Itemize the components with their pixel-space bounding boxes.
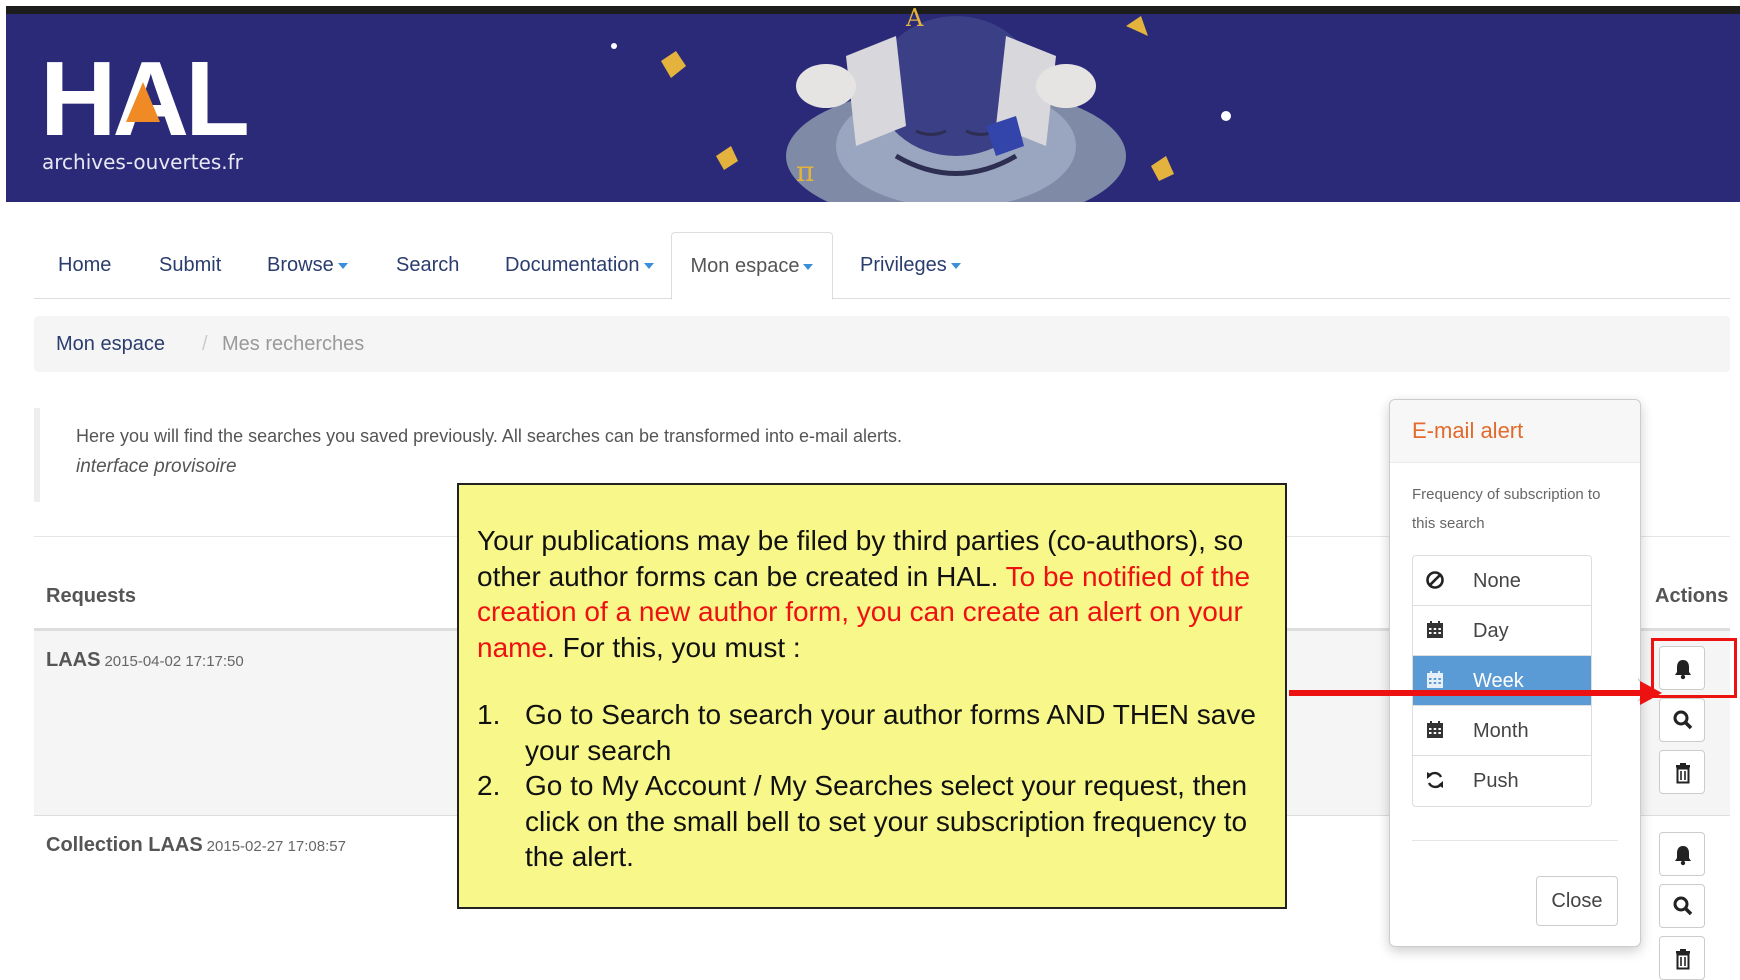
search-icon	[1673, 896, 1693, 916]
column-header-requests: Requests	[46, 585, 137, 607]
hal-logo[interactable]: HAL archives-ouvertes.fr	[40, 46, 270, 186]
calendar-icon	[1427, 671, 1443, 688]
request-date: 2015-04-02 17:17:50	[104, 653, 244, 670]
frequency-options: None Day Week Month Push	[1412, 555, 1592, 807]
calendar-icon	[1427, 621, 1443, 638]
breadcrumb-mon-espace[interactable]: Mon espace	[56, 316, 165, 372]
column-header-actions: Actions	[1655, 585, 1729, 607]
nav-search[interactable]: Search	[396, 232, 459, 298]
ban-icon	[1426, 571, 1444, 589]
frequency-option-push[interactable]: Push	[1413, 756, 1591, 806]
trash-icon	[1676, 763, 1690, 784]
popover-title: E-mail alert	[1412, 418, 1524, 443]
close-button[interactable]: Close	[1536, 876, 1618, 926]
caret-down-icon	[803, 263, 814, 270]
request-date: 2015-02-27 17:08:57	[206, 838, 346, 855]
nav-submit[interactable]: Submit	[159, 232, 221, 298]
nav-mon-espace-label: Mon espace	[690, 255, 800, 277]
main-nav: Home Submit Browse Search Documentation …	[34, 232, 1730, 300]
nav-browse-label: Browse	[267, 254, 334, 276]
caret-down-icon	[950, 262, 961, 269]
request-title[interactable]: LAAS 2015-04-02 17:17:50	[46, 649, 244, 672]
request-name: LAAS	[46, 649, 101, 671]
view-search-button[interactable]	[1659, 698, 1705, 742]
logo-subtitle: archives-ouvertes.fr	[42, 150, 243, 174]
breadcrumb: Mon espace / Mes recherches	[34, 316, 1730, 372]
request-title[interactable]: Collection LAAS 2015-02-27 17:08:57	[46, 834, 346, 857]
note-paragraph: Your publications may be filed by third …	[477, 523, 1267, 665]
popover-header: E-mail alert	[1390, 400, 1640, 463]
step-number: 1.	[477, 699, 501, 730]
logo-triangle-icon	[126, 82, 160, 122]
request-name: Collection LAAS	[46, 834, 203, 856]
nav-browse[interactable]: Browse	[267, 232, 348, 298]
frequency-label: None	[1473, 570, 1521, 592]
frequency-option-none[interactable]: None	[1413, 556, 1591, 606]
note-steps: 1. Go to Search to search your author for…	[477, 697, 1267, 875]
nav-privileges[interactable]: Privileges	[860, 232, 961, 298]
nav-privileges-label: Privileges	[860, 254, 947, 276]
refresh-icon	[1427, 771, 1443, 789]
frequency-label: Push	[1473, 770, 1519, 792]
delete-search-button[interactable]	[1659, 750, 1705, 794]
nav-home-label: Home	[58, 254, 112, 276]
info-subtext: interface provisoire	[76, 456, 237, 477]
breadcrumb-separator: /	[202, 333, 208, 355]
nav-documentation-label: Documentation	[505, 254, 640, 276]
nav-documentation[interactable]: Documentation	[505, 232, 654, 298]
caret-down-icon	[337, 262, 348, 269]
info-text: Here you will find the searches you save…	[76, 426, 903, 446]
annotation-arrow-head	[1640, 681, 1662, 705]
calendar-icon	[1427, 721, 1443, 738]
svg-text:A: A	[905, 6, 924, 32]
step-text: Go to Search to search your author forms…	[525, 699, 1256, 766]
frequency-label: Day	[1473, 620, 1509, 642]
step-text: Go to My Account / My Searches select yo…	[525, 770, 1248, 872]
page: HAL archives-ouvertes.fr	[0, 0, 1740, 980]
alert-bell-button[interactable]	[1659, 832, 1705, 876]
nav-submit-label: Submit	[159, 254, 222, 276]
bell-highlight-box	[1651, 638, 1737, 698]
frequency-option-day[interactable]: Day	[1413, 606, 1591, 656]
site-banner: HAL archives-ouvertes.fr	[6, 6, 1740, 202]
delete-search-button[interactable]	[1659, 936, 1705, 980]
annotation-note: Your publications may be filed by third …	[457, 483, 1287, 909]
frequency-option-month[interactable]: Month	[1413, 706, 1591, 756]
note-step: 2. Go to My Account / My Searches select …	[477, 768, 1267, 875]
caret-down-icon	[643, 262, 654, 269]
annotation-arrow-line	[1289, 690, 1645, 696]
bell-icon	[1675, 846, 1691, 866]
nav-search-label: Search	[396, 254, 460, 276]
step-number: 2.	[477, 770, 501, 801]
note-step: 1. Go to Search to search your author for…	[477, 697, 1267, 768]
search-icon	[1673, 710, 1693, 730]
nav-mon-espace[interactable]: Mon espace	[671, 232, 833, 300]
email-alert-popover: E-mail alert Frequency of subscription t…	[1389, 399, 1650, 947]
trash-icon	[1676, 949, 1690, 970]
breadcrumb-current: Mes recherches	[222, 333, 365, 355]
frequency-option-week[interactable]: Week	[1413, 656, 1591, 706]
svg-text:π: π	[796, 155, 814, 188]
note-outro: . For this, you must :	[547, 631, 801, 663]
view-search-button[interactable]	[1659, 884, 1705, 928]
frequency-label: Month	[1473, 720, 1529, 742]
banner-illustration: A π	[611, 6, 1231, 202]
popover-divider	[1412, 840, 1618, 841]
frequency-label: Week	[1473, 670, 1524, 692]
popover-description: Frequency of subscription to this search	[1412, 486, 1601, 532]
nav-home[interactable]: Home	[58, 232, 111, 298]
